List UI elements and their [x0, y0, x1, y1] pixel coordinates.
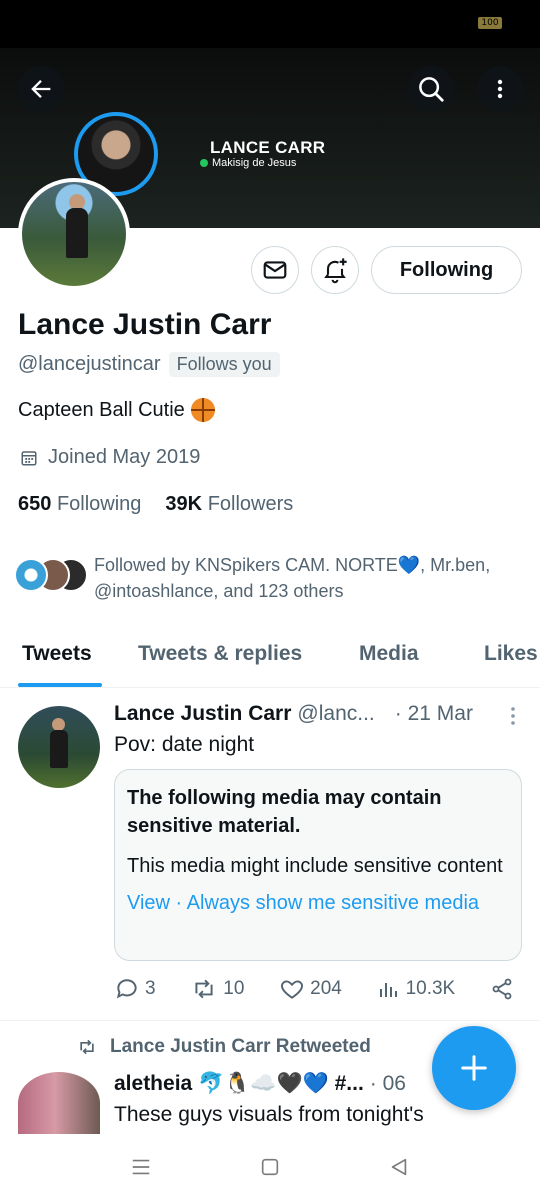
follow-counts: 650 Following 39K Followers — [18, 493, 293, 516]
heart-icon — [281, 980, 304, 999]
calendar-icon — [21, 450, 37, 465]
profile-bio: Capteen Ball Cutie — [18, 398, 215, 422]
like-button[interactable]: 204 — [279, 976, 342, 1002]
followed-by-text: Followed by KNSpikers CAM. NORTE💙, Mr.be… — [94, 555, 491, 601]
message-button[interactable] — [251, 246, 299, 294]
status-bar: 100 — [0, 0, 540, 48]
link-separator: · — [170, 892, 187, 914]
envelope-icon — [263, 261, 287, 279]
like-count: 204 — [310, 978, 342, 999]
retweet-button[interactable]: 10 — [190, 976, 244, 1002]
retweeted-by-text: Lance Justin Carr Retweeted — [110, 1036, 371, 1057]
tweet-actions: 3 10 204 10.3K — [114, 976, 514, 1002]
following-count: 650 — [18, 493, 52, 515]
bell-plus-icon — [324, 258, 347, 284]
joined-text: Joined May 2019 — [48, 446, 201, 468]
retweet-date: · 06 — [369, 1072, 406, 1095]
retweeted-by-line: Lance Justin Carr Retweeted — [76, 1036, 371, 1058]
tab-tweets-replies[interactable]: Tweets & replies — [138, 642, 302, 666]
battery-icon: 100 — [478, 17, 502, 29]
arrow-left-icon — [31, 80, 51, 98]
plus-icon — [461, 1055, 487, 1081]
follows-you-badge: Follows you — [168, 352, 280, 377]
sensitive-links: View · Always show me sensitive media — [127, 892, 509, 915]
tweet-divider — [0, 1020, 540, 1021]
profile-handle: @lancejustincar — [18, 353, 161, 375]
bar-chart-icon — [379, 983, 397, 997]
followers-count-link[interactable]: 39K Followers — [165, 493, 293, 516]
search-icon — [419, 77, 444, 102]
follower-avatar — [14, 558, 48, 592]
back-nav-icon[interactable] — [388, 1156, 410, 1178]
profile-display-name: Lance Justin Carr — [18, 308, 272, 341]
avatar-figure — [50, 730, 68, 768]
search-button[interactable] — [408, 66, 454, 112]
more-options-icon[interactable] — [510, 706, 516, 726]
share-button[interactable] — [490, 977, 514, 1001]
tweet-date: · 21 Mar — [394, 702, 473, 725]
tab-likes[interactable]: Likes — [484, 642, 538, 666]
more-vertical-icon — [497, 79, 503, 99]
retweet-icon — [80, 1039, 94, 1055]
bio-text: Capteen Ball Cutie — [18, 398, 185, 421]
more-options-button[interactable] — [477, 66, 523, 112]
sensitive-body: This media might include sensitive conte… — [127, 855, 503, 877]
profile-avatar[interactable] — [18, 178, 130, 290]
followed-by-avatars — [14, 552, 88, 592]
tab-tweets[interactable]: Tweets — [22, 642, 92, 666]
menu-icon[interactable] — [130, 1156, 152, 1178]
tweet-header: Lance Justin Carr @lanc... · 21 Mar — [114, 702, 524, 726]
retweet-icon — [195, 979, 213, 999]
followed-by-row[interactable]: Followed by KNSpikers CAM. NORTE💙, Mr.be… — [14, 552, 524, 604]
tweet-author-avatar[interactable] — [18, 706, 100, 788]
tweet-author-name[interactable]: Lance Justin Carr — [114, 702, 291, 726]
retweet-author-avatar[interactable] — [18, 1072, 100, 1134]
avatar-figure — [66, 208, 88, 258]
online-status-dot — [200, 159, 208, 167]
retweet-header: aletheia 🐬🐧☁️🖤💙 #... · 06 — [114, 1072, 406, 1096]
home-icon[interactable] — [259, 1156, 281, 1178]
sensitive-title: The following media may contain sensitiv… — [127, 787, 442, 837]
following-count-link[interactable]: 650 Following — [18, 493, 141, 516]
compose-tweet-button[interactable] — [432, 1026, 516, 1110]
followers-label: Followers — [207, 493, 294, 515]
followers-count: 39K — [165, 493, 203, 515]
banner-subtitle-text: Makisig de Jesus — [212, 157, 297, 169]
tweet-text: Pov: date night — [114, 733, 255, 756]
views-button[interactable]: 10.3K — [377, 977, 456, 1001]
reply-button[interactable]: 3 — [114, 976, 156, 1002]
basketball-icon — [190, 398, 215, 422]
tab-media[interactable]: Media — [359, 642, 419, 666]
banner-subtitle: Makisig de Jesus — [200, 157, 296, 169]
banner-title: LANCE CARR — [210, 138, 326, 157]
always-show-link[interactable]: Always show me sensitive media — [187, 892, 479, 914]
sensitive-media-card: The following media may contain sensitiv… — [114, 769, 522, 961]
tweet-author-handle: @lanc... — [297, 702, 375, 725]
retweet-author-name[interactable]: aletheia 🐬🐧☁️🖤💙 #... — [114, 1072, 364, 1096]
following-label: Following — [56, 493, 142, 515]
system-navigation-bar — [0, 1134, 540, 1200]
following-button[interactable]: Following — [371, 246, 522, 294]
view-link[interactable]: View — [127, 892, 170, 914]
back-button[interactable] — [18, 66, 64, 112]
reply-count: 3 — [145, 978, 156, 999]
view-count: 10.3K — [405, 978, 456, 999]
retweet-count: 10 — [223, 978, 245, 999]
retweet-text: These guys visuals from tonight's — [114, 1103, 424, 1126]
active-tab-indicator — [18, 683, 102, 687]
notifications-button[interactable] — [311, 246, 359, 294]
share-icon — [492, 978, 512, 1000]
reply-icon — [116, 979, 137, 999]
joined-date: Joined May 2019 — [20, 446, 200, 469]
handle-row: @lancejustincar Follows you — [18, 352, 280, 377]
profile-tabs: Tweets Tweets & replies Media Likes — [0, 630, 540, 688]
